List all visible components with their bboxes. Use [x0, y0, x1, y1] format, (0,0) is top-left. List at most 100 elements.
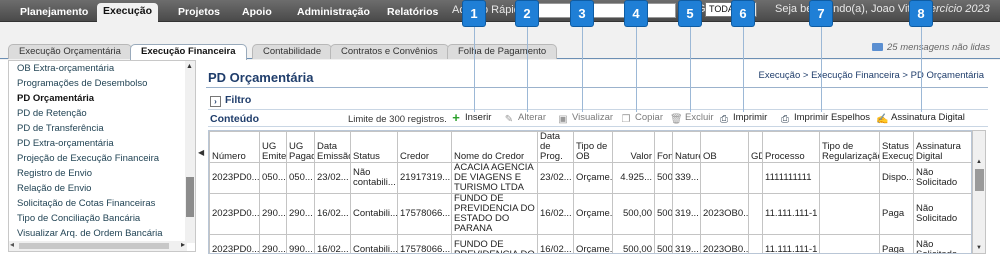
printer-icon: ⎙	[720, 114, 728, 125]
annotation-badge-7: 7	[810, 1, 832, 26]
menu-apoio[interactable]: Apoio	[236, 4, 278, 22]
col-header[interactable]: Status Execução	[879, 131, 914, 163]
cell: 4.925...	[612, 162, 655, 194]
sidebar-vertical-scrollbar[interactable]: ▲	[185, 61, 195, 243]
quick-access-input[interactable]	[530, 3, 676, 18]
col-header[interactable]: Credor	[397, 131, 452, 163]
page-title: PD Orçamentária	[208, 70, 314, 85]
collapse-sidebar-icon[interactable]: ◀	[198, 148, 204, 168]
insert-button[interactable]: + Inserir	[450, 111, 492, 124]
col-header[interactable]: Data de Prog.	[537, 131, 574, 163]
main-panel: PD Orçamentária Execução > Execução Fina…	[206, 62, 994, 254]
table-row[interactable]: 2023PD0... 050... 050... 23/02... Não co…	[209, 162, 971, 194]
col-header[interactable]: Assinatura Digital	[913, 131, 971, 163]
col-header[interactable]: UG Pagado	[286, 131, 315, 163]
sidebar-item[interactable]: Programações de Desembolso	[9, 76, 185, 91]
menu-administracao[interactable]: Administração	[291, 4, 376, 22]
insert-label: Inserir	[465, 112, 492, 123]
cell	[819, 162, 880, 194]
col-header[interactable]: Valor	[612, 131, 655, 163]
tab-contratos-convenios[interactable]: Contratos e Convênios	[330, 44, 449, 59]
view-label: Visualizar	[572, 112, 614, 123]
col-header[interactable]: Número	[209, 131, 260, 163]
copy-button[interactable]: ❐ Copiar	[620, 112, 663, 126]
cell: Orçame...	[573, 193, 613, 235]
sidebar-item[interactable]: PD de Transferência	[9, 121, 185, 136]
digital-signature-button[interactable]: ✍ Assinatura Digital	[876, 112, 965, 126]
col-header[interactable]: Font	[654, 131, 673, 163]
menu-planejamento[interactable]: Planejamento	[14, 4, 94, 22]
cell: 290...	[259, 234, 287, 253]
scroll-thumb[interactable]	[975, 169, 984, 191]
view-button[interactable]: ▣ Visualizar	[557, 112, 613, 126]
cell: Orçame...	[573, 234, 613, 253]
cell	[700, 162, 749, 194]
sidebar-item[interactable]: OB Extra-orçamentária	[9, 61, 185, 76]
tab-folha-pagamento[interactable]: Folha de Pagamento	[447, 44, 558, 59]
sidebar-item[interactable]: PD Extra-orçamentária	[9, 136, 185, 151]
cell: Paga	[879, 193, 914, 235]
tab-execucao-financeira[interactable]: Execução Financeira	[130, 44, 247, 60]
filter-section-toggle[interactable]: › Filtro	[208, 94, 988, 110]
cell: 17578066...	[397, 193, 452, 235]
cell: 2023PD0...	[209, 234, 260, 253]
cell: Não Solicitado	[913, 234, 971, 253]
scroll-left-icon[interactable]: ◂	[10, 240, 14, 249]
tab-contabilidade[interactable]: Contabilidade	[252, 44, 333, 59]
sidebar-item[interactable]: Projeção de Execução Financeira	[9, 151, 185, 166]
content-label: Conteúdo	[210, 113, 259, 125]
scroll-thumb[interactable]	[186, 177, 194, 217]
scroll-up-icon[interactable]: ▲	[976, 159, 982, 165]
sidebar-item[interactable]: Registro de Envio	[9, 166, 185, 181]
table-row[interactable]: 2023PD0... 290... 290... 16/02... Contab…	[209, 193, 971, 235]
cell: Orçame...	[573, 162, 613, 194]
record-limit-text: Limite de 300 registros.	[348, 114, 447, 125]
messages-link[interactable]: 25 mensagens não lidas	[872, 42, 990, 53]
menu-projetos[interactable]: Projetos	[172, 4, 226, 22]
breadcrumb[interactable]: Execução > Execução Financeira > PD Orça…	[759, 70, 984, 81]
col-header[interactable]: Processo	[762, 131, 820, 163]
scroll-down-icon[interactable]: ▼	[976, 245, 982, 251]
scroll-right-icon[interactable]: ▸	[181, 240, 185, 249]
table-row[interactable]: 2023PD0... 290... 990... 16/02... Contab…	[209, 234, 971, 253]
sidebar-item[interactable]: Tipo de Conciliação Bancária	[9, 211, 185, 226]
col-header[interactable]: Data Emissão	[314, 131, 351, 163]
sidebar-item-active[interactable]: PD Orçamentária	[9, 91, 185, 106]
print-mirrors-button[interactable]: ⎙ Imprimir Espelhos	[779, 112, 870, 126]
menu-relatorios[interactable]: Relatórios	[381, 4, 444, 22]
cell: 11.111.111-1	[762, 234, 820, 253]
delete-button[interactable]: 🗑 Excluir	[670, 112, 714, 126]
col-header[interactable]: OB	[700, 131, 749, 163]
cell: Contabili...	[350, 193, 398, 235]
cell	[819, 193, 880, 235]
sidebar-item[interactable]: Solicitação de Cotas Financeiras	[9, 196, 185, 211]
cell: 290...	[286, 193, 315, 235]
scroll-thumb[interactable]	[19, 243, 169, 249]
signature-icon: ✍	[876, 114, 889, 125]
col-header[interactable]: Nome do Credor	[451, 131, 538, 163]
col-header[interactable]: GD	[748, 131, 763, 163]
alter-button[interactable]: ✎ Alterar	[503, 112, 546, 126]
expand-icon: ›	[210, 96, 221, 107]
col-header[interactable]: Tipo de Regularização	[819, 131, 880, 163]
table-vertical-scrollbar[interactable]: ▲ ▼	[972, 130, 986, 254]
print-label: Imprimir	[733, 112, 768, 123]
col-header[interactable]: Status	[350, 131, 398, 163]
cell: 500	[654, 193, 673, 235]
tab-execucao-orcamentaria[interactable]: Execução Orçamentária	[8, 44, 132, 59]
digital-signature-label: Assinatura Digital	[891, 112, 965, 123]
sidebar-item[interactable]: Visualizar Arq. de Ordem Bancária	[9, 226, 185, 241]
scroll-up-icon[interactable]: ▲	[186, 63, 193, 70]
cell: FUNDO DE PREVIDENCIA DO	[451, 234, 538, 253]
col-header[interactable]: Tipo de OB	[573, 131, 613, 163]
col-header[interactable]: UG Emitente	[259, 131, 287, 163]
cell: Não Solicitado	[913, 162, 971, 194]
menu-execucao[interactable]: Execução	[97, 3, 159, 22]
cell: ACACIA AGENCIA DE VIAGENS E TURISMO LTDA	[451, 162, 538, 194]
print-button[interactable]: ⎙ Imprimir	[718, 112, 767, 126]
cell: 990...	[286, 234, 315, 253]
col-header[interactable]: Nature	[672, 131, 701, 163]
sidebar-item[interactable]: PD de Retenção	[9, 106, 185, 121]
sidebar-item[interactable]: Relação de Envio	[9, 181, 185, 196]
sidebar-horizontal-scrollbar[interactable]: ◂ ▸	[9, 240, 187, 251]
